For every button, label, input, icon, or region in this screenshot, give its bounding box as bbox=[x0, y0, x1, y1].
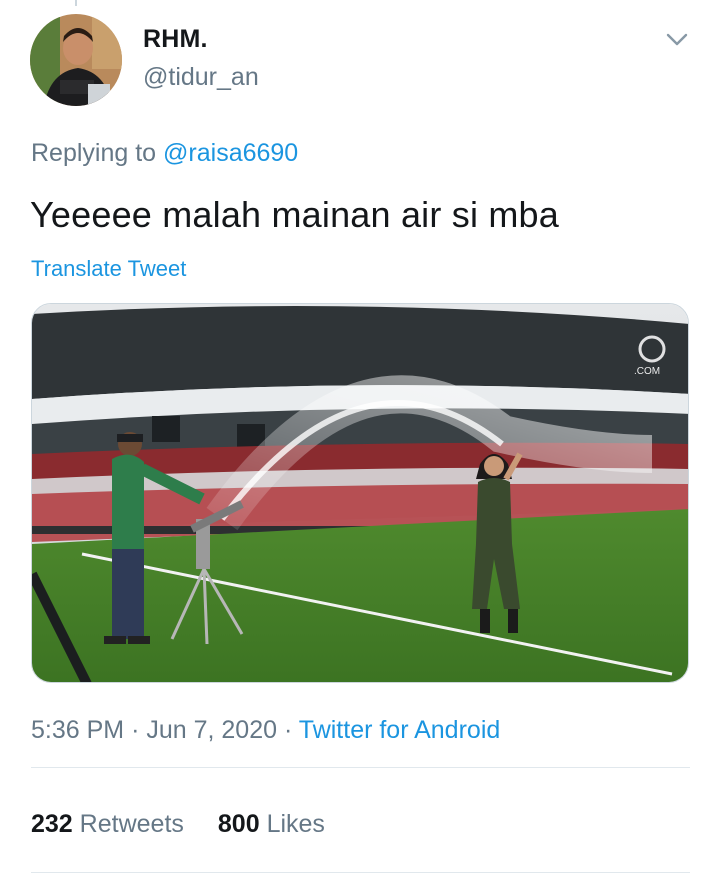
likes-stat[interactable]: 800 Likes bbox=[218, 810, 325, 839]
retweets-label: Retweets bbox=[79, 810, 184, 838]
meta-separator: · bbox=[283, 716, 293, 744]
meta-separator: · bbox=[131, 716, 140, 744]
replying-to-label: Replying to bbox=[31, 139, 164, 167]
tweet-source-link[interactable]: Twitter for Android bbox=[299, 716, 500, 744]
user-handle[interactable]: @tidur_an bbox=[143, 63, 259, 92]
retweets-count: 232 bbox=[31, 810, 73, 838]
divider bbox=[31, 767, 690, 768]
stadium-photo: .COM bbox=[32, 304, 688, 682]
watermark-text: .COM bbox=[634, 366, 660, 377]
tweet-stats: 232 Retweets 800 Likes bbox=[31, 810, 325, 839]
likes-count: 800 bbox=[217, 810, 260, 838]
avatar[interactable] bbox=[30, 14, 122, 106]
tweet-media-photo[interactable]: .COM bbox=[31, 303, 689, 683]
likes-label: Likes bbox=[266, 810, 325, 838]
reply-to-handle-link[interactable]: @raisa6690 bbox=[163, 139, 298, 167]
display-name[interactable]: RHM. bbox=[143, 25, 208, 54]
tweet-metadata: 5:36 PM · Jun 7, 2020 · Twitter for Andr… bbox=[31, 716, 500, 745]
tweet-text: Yeeeee malah mainan air si mba bbox=[30, 194, 559, 235]
replying-to-line: Replying to @raisa6690 bbox=[31, 139, 298, 168]
divider bbox=[31, 872, 690, 873]
thread-connector-line bbox=[75, 0, 77, 6]
chevron-down-icon[interactable] bbox=[662, 24, 692, 54]
tweet-time[interactable]: 5:36 PM bbox=[31, 716, 124, 744]
translate-tweet-link[interactable]: Translate Tweet bbox=[31, 256, 186, 282]
retweets-stat[interactable]: 232 Retweets bbox=[31, 810, 184, 839]
avatar-image bbox=[30, 14, 122, 106]
tweet-date[interactable]: Jun 7, 2020 bbox=[146, 716, 277, 744]
